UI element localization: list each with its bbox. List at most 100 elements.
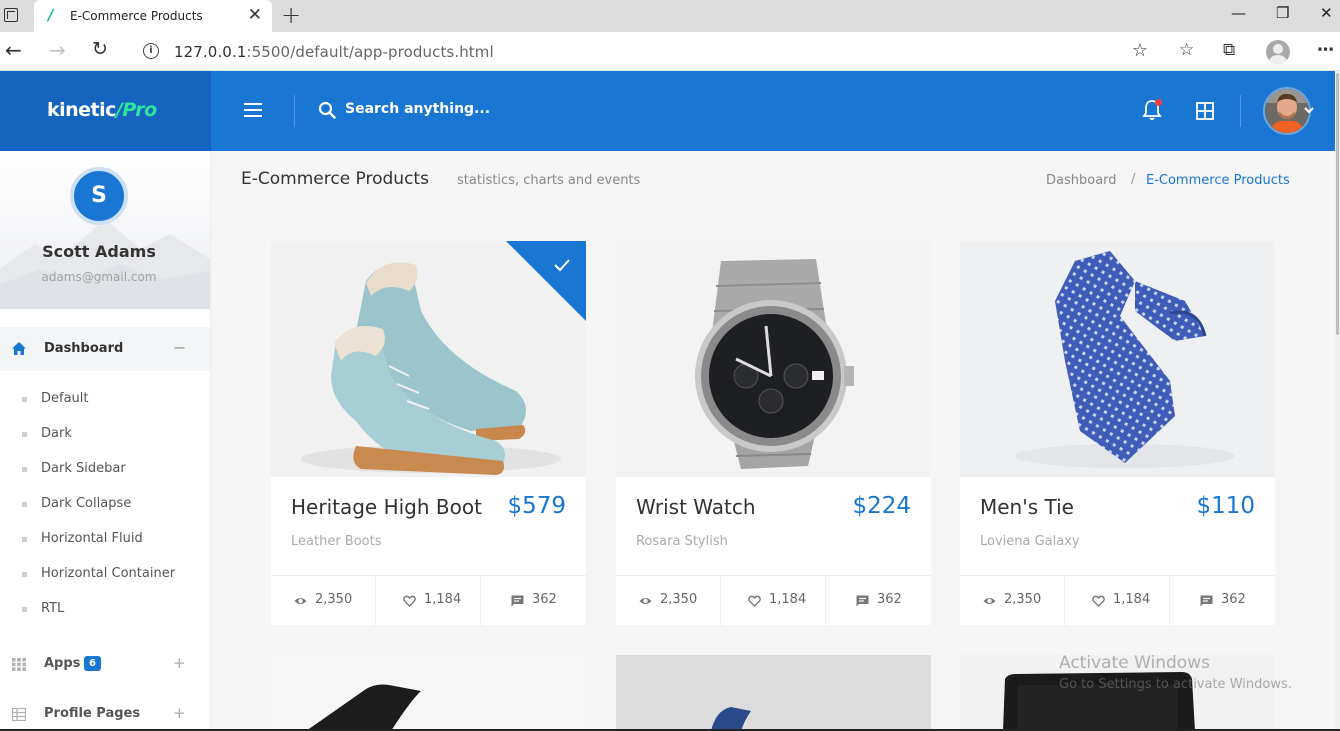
user-menu-chevron-icon[interactable] xyxy=(1303,104,1315,116)
likes-stat[interactable]: 1,184 xyxy=(376,576,481,626)
menu-toggle-icon[interactable] xyxy=(244,103,262,117)
product-image[interactable] xyxy=(616,241,931,477)
likes-count: 1,184 xyxy=(424,592,462,607)
profile-pages-icon xyxy=(12,708,26,721)
product-card-partial[interactable] xyxy=(271,655,586,731)
sidebar-item-label: Apps xyxy=(44,656,81,671)
site-info-icon[interactable]: i xyxy=(143,43,159,59)
user-initial-avatar[interactable]: S xyxy=(70,167,128,225)
search-icon[interactable] xyxy=(318,101,336,119)
apps-grid-icon[interactable] xyxy=(1196,102,1214,120)
sidebar-subitem-dark-sidebar[interactable]: Dark Sidebar xyxy=(0,461,210,481)
sidebar-subitem-horizontal-container[interactable]: Horizontal Container xyxy=(0,566,210,586)
sidebar-item-label: Dashboard xyxy=(44,341,124,356)
browser-profile-icon[interactable] xyxy=(1266,40,1290,64)
reload-icon[interactable]: ↻ xyxy=(92,38,108,60)
scrollbar-thumb[interactable] xyxy=(1336,73,1339,335)
comments-count: 362 xyxy=(532,592,557,607)
product-name[interactable]: Wrist Watch xyxy=(636,495,756,519)
sidebar: S Scott Adams adams@gmail.com Dashboard … xyxy=(0,151,211,731)
tab-title: E-Commerce Products xyxy=(70,9,203,23)
expand-icon[interactable]: + xyxy=(173,654,186,672)
product-image xyxy=(271,655,586,731)
comments-stat[interactable]: 362 xyxy=(1170,576,1275,626)
bullet-icon xyxy=(22,432,27,437)
check-icon xyxy=(554,259,570,272)
comments-stat[interactable]: 362 xyxy=(481,576,586,626)
views-count: 2,350 xyxy=(660,592,698,607)
product-brand: Rosara Stylish xyxy=(636,534,728,549)
minimize-icon[interactable]: — xyxy=(1231,4,1246,22)
sidebar-subitem-dark[interactable]: Dark xyxy=(0,426,210,446)
more-menu-icon[interactable]: ⋯ xyxy=(1317,40,1334,60)
sidebar-item-profile-pages[interactable]: Profile Pages + xyxy=(0,703,210,727)
add-favorite-icon[interactable]: ☆ xyxy=(1132,40,1148,61)
eye-icon xyxy=(639,598,652,604)
sidebar-subitem-label: Horizontal Container xyxy=(41,566,176,581)
product-price: $579 xyxy=(507,493,566,519)
breadcrumb-separator: / xyxy=(1131,172,1136,187)
product-card[interactable]: Heritage High Boot $579 Leather Boots 2,… xyxy=(271,241,586,626)
sidebar-subitem-label: Dark xyxy=(41,426,72,441)
logo-area: kinetic/Pro xyxy=(0,71,211,151)
product-price: $224 xyxy=(852,493,911,519)
restore-icon[interactable]: ❐ xyxy=(1276,4,1289,22)
user-name: Scott Adams xyxy=(42,242,156,261)
app-logo[interactable]: kinetic/Pro xyxy=(47,99,157,121)
eye-icon xyxy=(294,598,307,604)
user-email: adams@gmail.com xyxy=(41,270,157,284)
sidebar-item-dashboard[interactable]: Dashboard − xyxy=(0,327,210,371)
bullet-icon xyxy=(22,607,27,612)
search-input[interactable]: Search anything... xyxy=(345,101,490,117)
likes-stat[interactable]: 1,184 xyxy=(721,576,826,626)
heart-icon xyxy=(1092,595,1105,607)
expand-icon[interactable]: + xyxy=(173,704,186,722)
breadcrumb-current: E-Commerce Products xyxy=(1146,173,1290,188)
collections-icon[interactable]: ⧉ xyxy=(1223,40,1235,60)
browser-tab[interactable]: / E-Commerce Products ✕ xyxy=(34,0,272,32)
sidebar-subitem-dark-collapse[interactable]: Dark Collapse xyxy=(0,496,210,516)
notification-dot xyxy=(1155,99,1162,106)
address-bar[interactable]: i 127.0.0.1:5500/default/app-products.ht… xyxy=(129,36,1160,67)
header-divider xyxy=(294,95,295,127)
comment-icon xyxy=(511,595,524,607)
views-stat[interactable]: 2,350 xyxy=(271,576,376,626)
back-icon[interactable]: ← xyxy=(5,38,22,62)
sidebar-subitem-label: Dark Collapse xyxy=(41,496,132,511)
sidebar-subitem-label: RTL xyxy=(41,601,65,616)
window-close-icon[interactable]: ✕ xyxy=(1320,4,1333,22)
collapse-icon[interactable]: − xyxy=(173,338,186,357)
likes-stat[interactable]: 1,184 xyxy=(1065,576,1170,626)
sidebar-subitem-label: Default xyxy=(41,391,89,406)
tab-close-icon[interactable]: ✕ xyxy=(248,5,262,25)
product-name[interactable]: Men's Tie xyxy=(980,495,1074,519)
product-image[interactable] xyxy=(271,241,586,477)
sidebar-subitem-rtl[interactable]: RTL xyxy=(0,601,210,621)
tab-favicon-icon: / xyxy=(48,6,54,24)
user-profile-panel: S Scott Adams adams@gmail.com xyxy=(0,151,210,309)
product-card[interactable]: Wrist Watch $224 Rosara Stylish 2,350 1,… xyxy=(616,241,931,626)
breadcrumb-dashboard[interactable]: Dashboard xyxy=(1046,173,1117,188)
comments-count: 362 xyxy=(1221,592,1246,607)
product-card[interactable]: Men's Tie $110 Loviena Galaxy 2,350 1,18… xyxy=(960,241,1275,626)
views-stat[interactable]: 2,350 xyxy=(960,576,1065,626)
home-icon xyxy=(12,342,26,355)
comments-stat[interactable]: 362 xyxy=(826,576,931,626)
views-stat[interactable]: 2,350 xyxy=(616,576,721,626)
likes-count: 1,184 xyxy=(1113,592,1151,607)
sidebar-item-apps[interactable]: Apps 6 + xyxy=(0,653,210,677)
page-title: E-Commerce Products xyxy=(241,169,429,189)
product-image[interactable] xyxy=(960,241,1275,477)
sidebar-subitem-default[interactable]: Default xyxy=(0,391,210,411)
forward-icon[interactable]: → xyxy=(49,38,66,62)
comments-count: 362 xyxy=(877,592,902,607)
new-tab-icon[interactable]: + xyxy=(281,1,301,29)
favorites-icon[interactable]: ☆ xyxy=(1179,40,1194,60)
product-name[interactable]: Heritage High Boot xyxy=(291,495,482,519)
views-count: 2,350 xyxy=(1004,592,1042,607)
sidebar-subitem-horizontal-fluid[interactable]: Horizontal Fluid xyxy=(0,531,210,551)
tab-actions-icon[interactable] xyxy=(4,8,18,22)
sidebar-subitem-label: Dark Sidebar xyxy=(41,461,126,476)
product-card-partial[interactable] xyxy=(616,655,931,731)
app-header: Search anything... xyxy=(211,71,1335,151)
